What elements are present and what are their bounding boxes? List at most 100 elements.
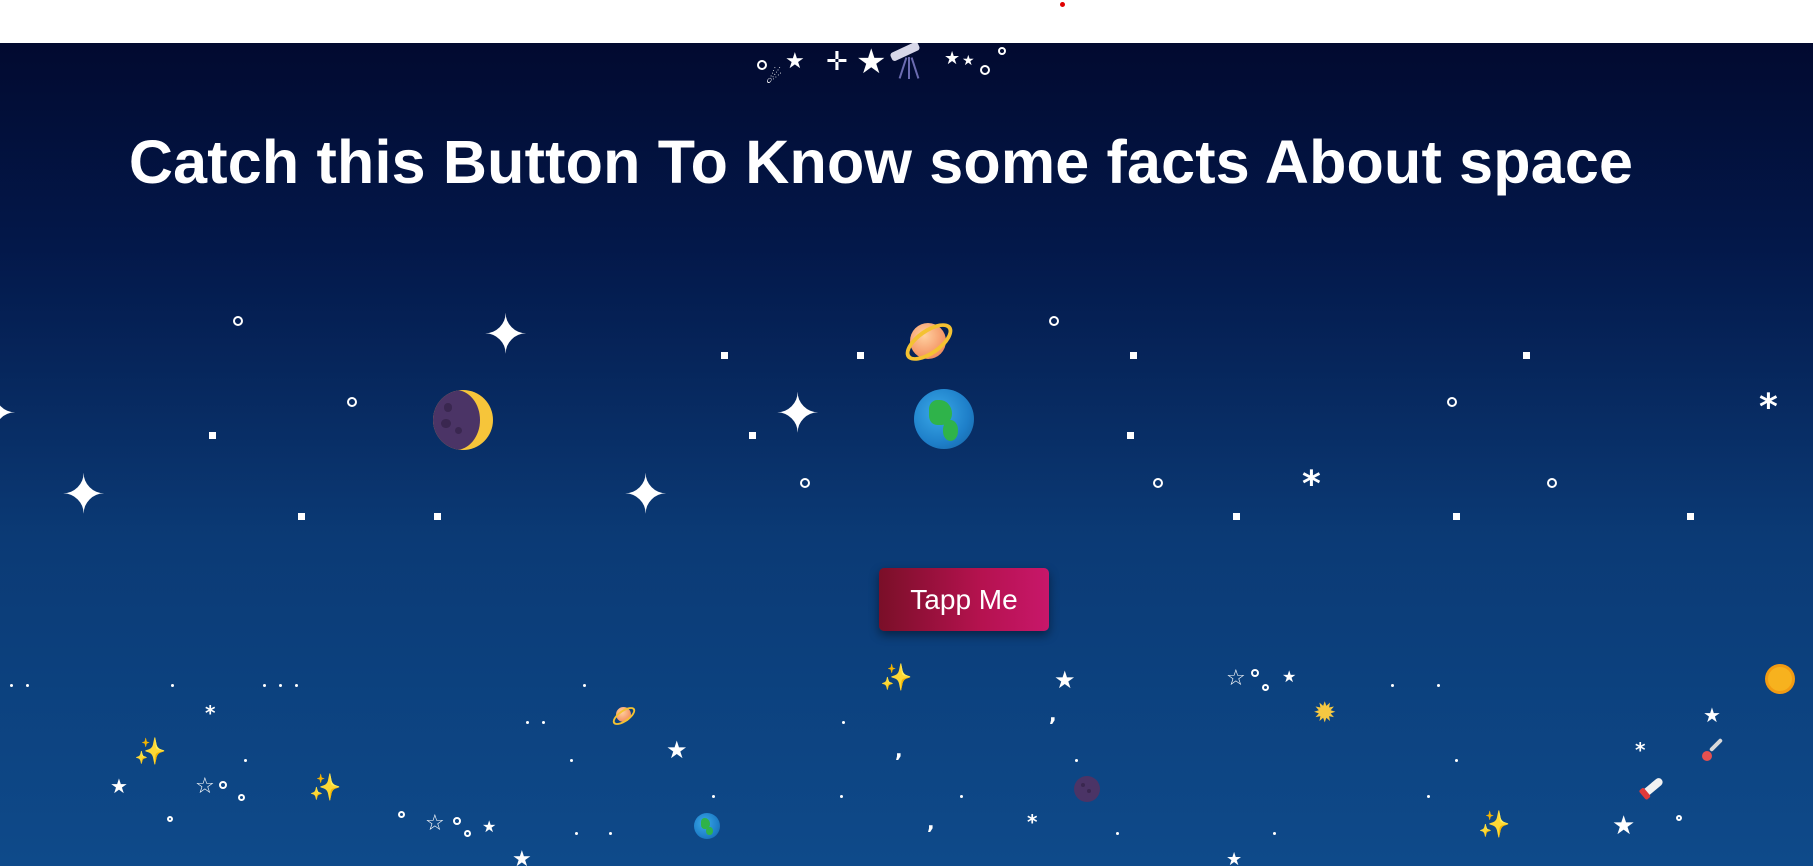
star-dot bbox=[295, 684, 298, 687]
star-dot bbox=[1391, 684, 1394, 687]
ring-icon bbox=[1251, 669, 1259, 677]
four-point-star-icon: ✦ bbox=[483, 303, 529, 366]
moon-icon bbox=[433, 390, 493, 450]
star-dot bbox=[10, 684, 13, 687]
ring-icon bbox=[980, 65, 990, 75]
star-dot bbox=[570, 759, 573, 762]
ring-icon bbox=[238, 794, 245, 801]
star-dot bbox=[1437, 684, 1440, 687]
asterisk-icon: * bbox=[1635, 738, 1646, 762]
star-dot bbox=[840, 795, 843, 798]
star-dot bbox=[1453, 513, 1460, 520]
star-icon: ★ bbox=[856, 43, 887, 82]
star-outline-icon: ☆ bbox=[195, 774, 215, 799]
earth-icon bbox=[914, 389, 974, 449]
star-dot bbox=[542, 721, 545, 724]
sun-icon bbox=[1768, 667, 1792, 691]
saturn-icon bbox=[609, 701, 639, 729]
sparkles-icon: ✨ bbox=[309, 773, 342, 803]
star-dot bbox=[1455, 759, 1458, 762]
star-dot bbox=[434, 513, 441, 520]
sparkles-icon: ✨ bbox=[880, 663, 913, 693]
four-point-star-icon: ✦ bbox=[623, 463, 669, 526]
ring-icon bbox=[233, 316, 243, 326]
star-dot bbox=[1273, 832, 1276, 835]
comet-icon bbox=[1702, 751, 1712, 761]
star-dot bbox=[171, 684, 174, 687]
ring-icon bbox=[167, 816, 173, 822]
star-dot bbox=[209, 432, 216, 439]
star-icon: ★ bbox=[1054, 666, 1076, 694]
star-dot bbox=[1127, 432, 1134, 439]
four-point-star-icon: ✦ bbox=[61, 463, 107, 526]
star-dot bbox=[749, 432, 756, 439]
ring-icon bbox=[398, 811, 405, 818]
star-dot bbox=[842, 721, 845, 724]
space-background: ★ ★ ✛ ★ ★ ☄ Catch this Button To Know so… bbox=[0, 43, 1813, 866]
star-dot bbox=[575, 832, 578, 835]
four-point-star-icon: ✦ bbox=[775, 382, 821, 445]
ring-icon bbox=[800, 478, 810, 488]
asterisk-icon: * bbox=[205, 701, 216, 725]
star-icon: ★ bbox=[482, 817, 497, 836]
star-icon: ★ bbox=[944, 48, 961, 69]
star-dot bbox=[526, 721, 529, 724]
page-title: Catch this Button To Know some facts Abo… bbox=[128, 128, 1634, 196]
cursor-dot bbox=[1060, 2, 1065, 7]
star-icon: ★ bbox=[1226, 849, 1243, 866]
comma-dot: , bbox=[927, 810, 935, 834]
star-outline-icon: ☆ bbox=[1226, 666, 1246, 691]
star-dot bbox=[721, 352, 728, 359]
star-dot bbox=[263, 684, 266, 687]
ring-icon bbox=[1676, 815, 1682, 821]
star-outline-icon: ☆ bbox=[425, 811, 445, 836]
star-dot bbox=[298, 513, 305, 520]
star-dot bbox=[1116, 832, 1119, 835]
plus-sparkle-icon: ✛ bbox=[826, 47, 848, 77]
asterisk-icon: * bbox=[1759, 387, 1778, 428]
comma-dot: , bbox=[1049, 702, 1057, 726]
comma-dot: , bbox=[895, 738, 903, 762]
star-dot bbox=[1523, 352, 1530, 359]
star-icon: ★ bbox=[785, 49, 805, 74]
asterisk-icon: * bbox=[1027, 810, 1038, 834]
four-point-star-icon: ✦ bbox=[0, 387, 17, 441]
star-icon: ★ bbox=[512, 847, 532, 866]
asterisk-icon: * bbox=[1302, 464, 1321, 505]
sun-icon: ✹ bbox=[1313, 696, 1337, 729]
ring-icon bbox=[464, 830, 471, 837]
earth-icon bbox=[694, 813, 720, 839]
star-icon: ★ bbox=[1612, 811, 1636, 841]
telescope-icon bbox=[888, 43, 928, 83]
saturn-icon bbox=[899, 313, 959, 369]
ring-icon bbox=[219, 781, 227, 789]
ring-icon bbox=[453, 817, 461, 825]
ring-icon bbox=[1547, 478, 1557, 488]
star-dot bbox=[609, 832, 612, 835]
star-dot bbox=[279, 684, 282, 687]
star-dot bbox=[960, 795, 963, 798]
ring-icon bbox=[347, 397, 357, 407]
top-bar bbox=[0, 0, 1813, 43]
star-icon: ★ bbox=[110, 774, 128, 798]
star-dot bbox=[1075, 759, 1078, 762]
tapp-me-button[interactable]: Tapp Me bbox=[879, 568, 1049, 631]
moon-icon bbox=[1074, 776, 1100, 802]
star-dot bbox=[1130, 352, 1137, 359]
star-dot bbox=[244, 759, 247, 762]
sparkles-icon: ✨ bbox=[134, 737, 167, 767]
star-icon: ★ bbox=[962, 53, 975, 69]
star-icon: ★ bbox=[1282, 667, 1297, 686]
star-dot bbox=[1233, 513, 1240, 520]
rocket-icon bbox=[1643, 776, 1665, 796]
star-dot bbox=[857, 352, 864, 359]
sparkles-icon: ✨ bbox=[1478, 810, 1511, 840]
ring-icon bbox=[1049, 316, 1059, 326]
star-icon: ★ bbox=[1703, 703, 1721, 727]
ring-icon bbox=[1153, 478, 1163, 488]
star-dot bbox=[583, 684, 586, 687]
ring-icon bbox=[1447, 397, 1457, 407]
star-dot bbox=[26, 684, 29, 687]
star-dot bbox=[1427, 795, 1430, 798]
satellite-icon: ☄ bbox=[766, 67, 783, 88]
